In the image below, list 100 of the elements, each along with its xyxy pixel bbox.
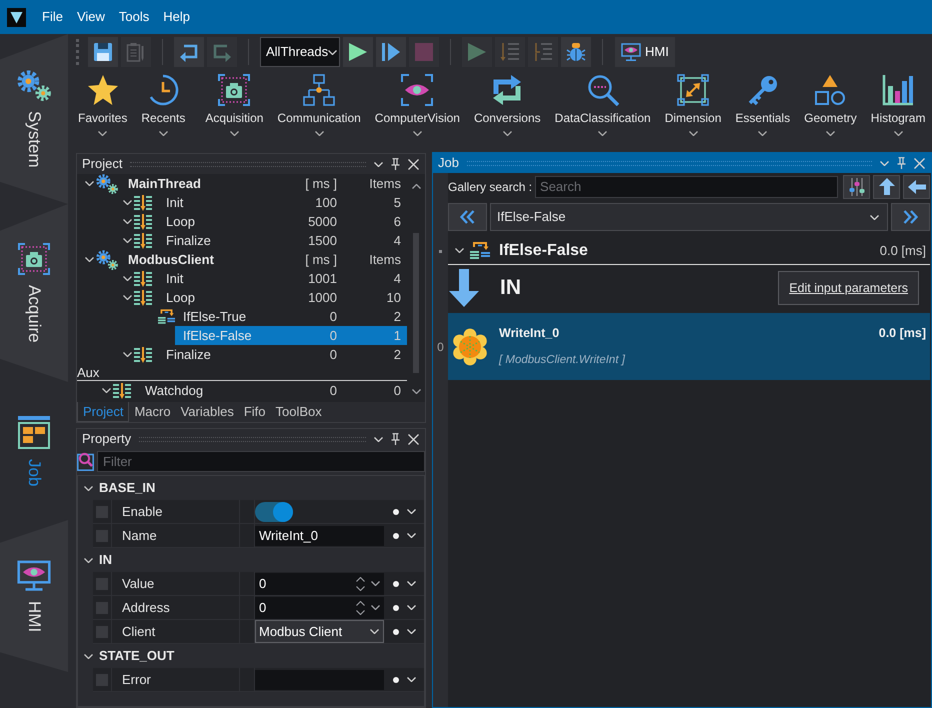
filter-field[interactable]: Filter bbox=[97, 450, 425, 472]
edit-input-button[interactable]: Edit input parameters bbox=[778, 271, 919, 305]
caret-down-icon[interactable] bbox=[374, 436, 383, 442]
close-icon[interactable] bbox=[408, 158, 419, 170]
panel-tab[interactable]: ToolBox bbox=[270, 402, 327, 422]
checkbox[interactable] bbox=[96, 578, 108, 590]
close-icon[interactable] bbox=[914, 158, 925, 168]
chevron-down-icon[interactable] bbox=[407, 605, 416, 610]
run-button[interactable] bbox=[343, 37, 373, 67]
number-field[interactable]: 0 bbox=[255, 572, 384, 594]
undo-button[interactable] bbox=[174, 37, 204, 67]
tree-item[interactable]: IfElse-True 0 2 bbox=[175, 307, 407, 326]
step-button[interactable] bbox=[376, 37, 406, 67]
debug-button[interactable] bbox=[561, 37, 591, 67]
expand-chevron-icon[interactable] bbox=[122, 295, 132, 300]
expand-chevron-icon[interactable] bbox=[84, 181, 94, 186]
toolbar-grip[interactable] bbox=[76, 39, 80, 65]
next-button[interactable] bbox=[891, 203, 930, 231]
checkbox[interactable] bbox=[96, 626, 108, 638]
caret-down-icon[interactable] bbox=[374, 162, 383, 166]
chevron-down-icon[interactable] bbox=[371, 581, 380, 586]
expand-chevron-icon[interactable] bbox=[122, 219, 132, 224]
tree-item[interactable]: Init 1001 4 bbox=[158, 269, 407, 288]
menu-item[interactable]: Tools bbox=[112, 5, 156, 29]
ribbon-button[interactable]: ComputerVision bbox=[368, 74, 467, 146]
expand-chevron-icon[interactable] bbox=[102, 388, 110, 393]
checkbox[interactable] bbox=[96, 674, 108, 686]
search-field[interactable]: Search bbox=[535, 176, 838, 198]
pin-icon[interactable] bbox=[897, 157, 906, 169]
spinner-icon[interactable] bbox=[356, 600, 365, 614]
number-field[interactable]: 0 bbox=[255, 596, 384, 618]
previous-button[interactable] bbox=[448, 203, 487, 231]
chevron-down-icon[interactable] bbox=[407, 677, 416, 682]
tree-item[interactable]: MainThread [ ms ] Items bbox=[120, 174, 407, 193]
ribbon-button[interactable]: Dimension bbox=[658, 74, 728, 146]
job-select[interactable]: IfElse-False bbox=[490, 203, 888, 231]
tree-item[interactable]: Init 100 5 bbox=[158, 193, 407, 212]
chevron-down-icon[interactable] bbox=[407, 629, 416, 634]
side-tab[interactable]: HMI bbox=[0, 520, 68, 672]
panel-tab[interactable]: Fifo bbox=[238, 402, 270, 422]
menu-item[interactable]: View bbox=[70, 5, 112, 29]
scroll-up-icon[interactable] bbox=[412, 184, 420, 189]
ribbon-button[interactable]: Recents bbox=[134, 74, 192, 146]
spinner-icon[interactable] bbox=[356, 576, 365, 590]
client-select[interactable]: Modbus Client bbox=[255, 620, 384, 643]
ribbon-button[interactable]: Conversions bbox=[466, 74, 548, 146]
side-tab[interactable]: System bbox=[0, 34, 68, 204]
scrollbar-thumb[interactable] bbox=[413, 233, 419, 373]
tree-item[interactable]: Loop 1000 10 bbox=[158, 288, 407, 307]
checkbox[interactable] bbox=[96, 530, 108, 542]
text-field[interactable] bbox=[255, 670, 384, 690]
up-button[interactable] bbox=[873, 174, 900, 198]
close-icon[interactable] bbox=[408, 434, 419, 444]
panel-tab[interactable]: Project bbox=[77, 402, 130, 422]
side-tab[interactable]: Acquire bbox=[0, 204, 68, 382]
ribbon-button[interactable]: Essentials bbox=[728, 74, 798, 146]
chevron-down-icon[interactable] bbox=[407, 581, 416, 586]
tree-item[interactable]: IfElse-False 0 1 bbox=[175, 326, 407, 345]
scroll-down-icon[interactable] bbox=[412, 389, 420, 394]
checkbox[interactable] bbox=[96, 602, 108, 614]
ribbon-button[interactable]: Geometry bbox=[797, 74, 864, 146]
toggle-switch[interactable] bbox=[255, 502, 293, 522]
pin-icon[interactable] bbox=[391, 433, 400, 445]
expand-chevron-icon[interactable] bbox=[455, 248, 464, 253]
thread-select[interactable]: AllThreads bbox=[260, 37, 340, 67]
ribbon-button[interactable]: Histogram bbox=[864, 74, 932, 146]
tree-item[interactable]: ModbusClient [ ms ] Items bbox=[120, 250, 407, 269]
expand-chevron-icon[interactable] bbox=[122, 200, 132, 205]
panel-tab[interactable]: Macro bbox=[129, 402, 176, 422]
ribbon-button[interactable]: Favorites bbox=[71, 74, 134, 146]
chevron-down-icon[interactable] bbox=[407, 509, 416, 514]
job-item[interactable]: WriteInt_0 0.0 [ms] [ ModbusClient.WriteInt ] bbox=[448, 313, 930, 380]
expand-chevron-icon[interactable] bbox=[122, 276, 132, 281]
expand-chevron-icon[interactable] bbox=[84, 486, 93, 490]
caret-down-icon bbox=[158, 131, 168, 136]
tree-item[interactable]: Finalize 1500 4 bbox=[158, 231, 407, 250]
tree-item[interactable]: Finalize 0 2 bbox=[158, 345, 407, 364]
checkbox[interactable] bbox=[96, 506, 108, 518]
text-field[interactable]: WriteInt_0 bbox=[255, 526, 384, 546]
expand-chevron-icon[interactable] bbox=[84, 654, 93, 658]
tree-item[interactable]: Watchdog 0 0 bbox=[137, 381, 407, 400]
expand-chevron-icon[interactable] bbox=[84, 558, 93, 562]
expand-chevron-icon[interactable] bbox=[84, 257, 94, 262]
hmi-button[interactable]: HMI bbox=[615, 37, 675, 67]
chevron-down-icon[interactable] bbox=[407, 533, 416, 538]
menu-item[interactable]: File bbox=[35, 5, 70, 29]
ribbon-button[interactable]: Communication bbox=[270, 74, 368, 146]
expand-chevron-icon[interactable] bbox=[122, 238, 132, 243]
caret-down-icon[interactable] bbox=[880, 160, 889, 166]
chevron-down-icon[interactable] bbox=[371, 605, 380, 610]
ribbon-button[interactable]: Acquisition bbox=[198, 74, 270, 146]
filter-button[interactable] bbox=[843, 174, 870, 198]
save-button[interactable] bbox=[88, 37, 118, 67]
ribbon-button[interactable]: DataClassification bbox=[548, 74, 658, 146]
back-button[interactable] bbox=[903, 174, 930, 198]
expand-chevron-icon[interactable] bbox=[122, 352, 132, 357]
panel-tab[interactable]: Variables bbox=[176, 402, 239, 422]
tree-item[interactable]: Loop 5000 6 bbox=[158, 212, 407, 231]
menu-item[interactable]: Help bbox=[156, 5, 198, 29]
pin-icon[interactable] bbox=[391, 158, 400, 170]
